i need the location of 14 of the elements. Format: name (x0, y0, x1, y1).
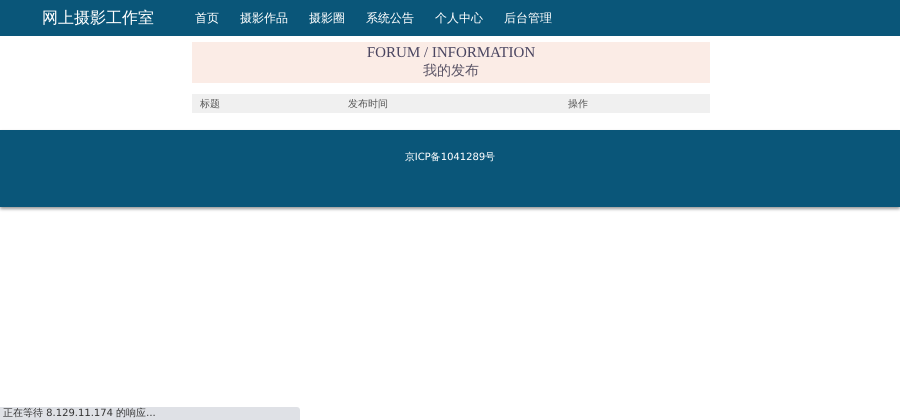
column-header: 发布时间 (348, 98, 389, 110)
site-title: 网上摄影工作室 (42, 8, 155, 28)
nav-link[interactable]: 首页 (195, 10, 219, 26)
nav-link[interactable]: 摄影圈 (309, 10, 345, 26)
nav-link[interactable]: 个人中心 (435, 10, 483, 26)
nav-link[interactable]: 摄影作品 (240, 10, 288, 26)
column-header: 标题 (200, 98, 221, 110)
nav-link[interactable]: 后台管理 (504, 10, 552, 26)
nav-link[interactable]: 系统公告 (366, 10, 414, 26)
icp-text: 京ICP备1041289号 (404, 150, 496, 164)
status-bar: 正在等待 8.129.11.174 的响应... (0, 407, 300, 420)
column-header: 操作 (568, 98, 588, 110)
banner-subtitle: 我的发布 (423, 62, 479, 80)
banner-title: FORUM / INFORMATION (366, 45, 536, 62)
